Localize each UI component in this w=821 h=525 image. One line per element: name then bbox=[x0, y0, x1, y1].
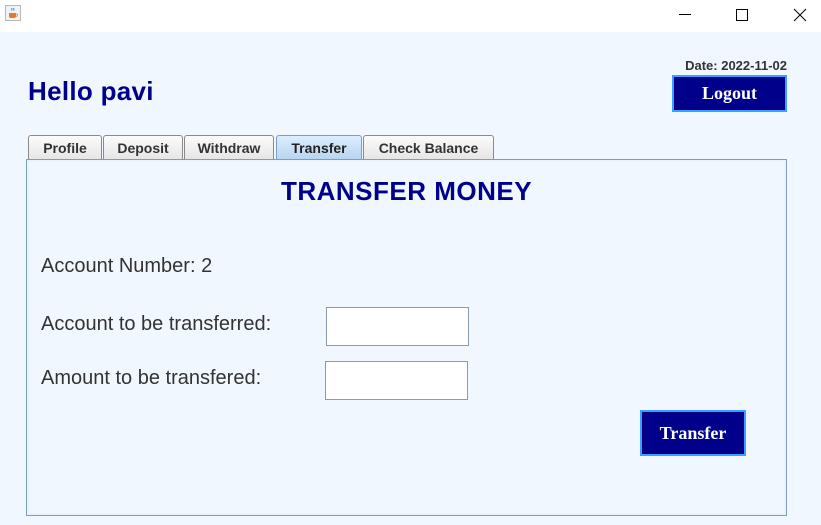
close-icon bbox=[793, 8, 807, 22]
title-bar bbox=[0, 0, 821, 32]
minimize-icon bbox=[679, 14, 691, 15]
logout-button[interactable]: Logout bbox=[672, 75, 787, 112]
tab-transfer[interactable]: Transfer bbox=[276, 135, 362, 159]
minimize-button[interactable] bbox=[662, 0, 708, 30]
date-label: Date: 2022-11-02 bbox=[685, 58, 787, 73]
maximize-button[interactable] bbox=[719, 0, 765, 30]
greeting-title: Hello pavi bbox=[28, 76, 154, 106]
tab-check-balance[interactable]: Check Balance bbox=[363, 135, 494, 159]
maximize-icon bbox=[736, 9, 748, 21]
amount-label: Amount to be transfered: bbox=[41, 367, 262, 389]
amount-input[interactable] bbox=[325, 361, 468, 400]
tab-deposit[interactable]: Deposit bbox=[103, 135, 183, 159]
transfer-panel: TRANSFER MONEY Account Number: 2 Account… bbox=[26, 159, 787, 516]
panel-title: TRANSFER MONEY bbox=[280, 176, 533, 206]
main-content: Hello pavi Date: 2022-11-02 Logout Profi… bbox=[0, 32, 821, 525]
close-button[interactable] bbox=[777, 0, 821, 30]
to-account-label: Account to be transferred: bbox=[41, 313, 272, 335]
to-account-input[interactable] bbox=[326, 307, 469, 346]
tab-profile[interactable]: Profile bbox=[28, 135, 102, 159]
account-number-label: Account Number: 2 bbox=[41, 255, 213, 277]
java-cup-icon bbox=[5, 5, 21, 21]
tab-withdraw[interactable]: Withdraw bbox=[184, 135, 274, 159]
transfer-button[interactable]: Transfer bbox=[640, 410, 746, 456]
